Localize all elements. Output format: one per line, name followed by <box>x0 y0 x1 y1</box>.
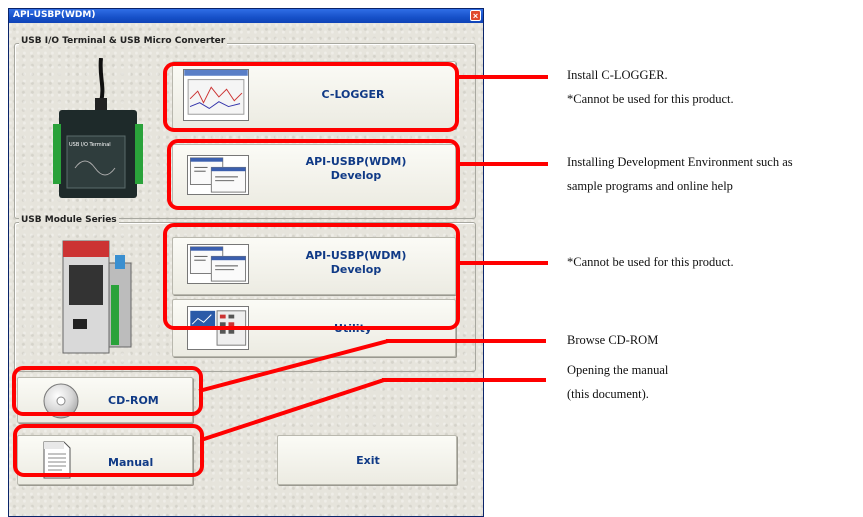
leader-manual <box>200 378 385 442</box>
annotation-manual: Opening the manual (this document). <box>567 360 668 404</box>
annotation-cd-rom: Browse CD-ROM <box>567 330 658 350</box>
annotation-develop-line2: sample programs and online help <box>567 179 733 193</box>
annotation-manual-line1: Opening the manual <box>567 363 669 377</box>
annotation-c-logger: Install C-LOGGER. *Cannot be used for th… <box>567 65 734 109</box>
annotation-cd-rom-line1: Browse CD-ROM <box>567 333 659 347</box>
annotation-develop: Installing Development Environment such … <box>567 152 793 196</box>
annotation-develop-line1: Installing Development Environment such … <box>567 155 793 169</box>
annotation-manual-line2: (this document). <box>567 387 649 401</box>
leader-cd-rom <box>198 339 389 393</box>
annotation-module-line1: *Cannot be used for this product. <box>567 255 734 269</box>
annotation-module: *Cannot be used for this product. <box>567 252 734 272</box>
annotation-c-logger-line2: *Cannot be used for this product. <box>567 92 734 106</box>
annotation-c-logger-line1: Install C-LOGGER. <box>567 68 668 82</box>
